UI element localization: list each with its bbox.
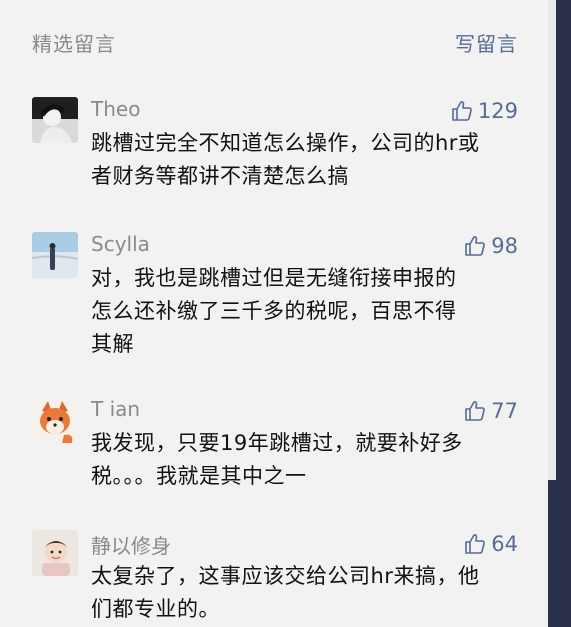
- thumbs-up-icon: [465, 236, 486, 256]
- comment-text-line: 者财务等都讲不清楚怎么搞: [91, 164, 349, 188]
- like-count: 129: [477, 99, 518, 123]
- like-count: 77: [491, 399, 518, 423]
- thumbs-up-icon: [452, 101, 472, 121]
- comment-text-line: 太复杂了，这事应该交给公司hr来搞，他: [91, 564, 480, 588]
- comment-nickname: T ian: [91, 397, 141, 421]
- like-count: 98: [491, 234, 518, 258]
- featured-comments-title: 精选留言: [32, 32, 116, 56]
- comments-panel: 精选留言 写留言 Theo 129 跳槽过完全不知道怎么操作，公司的hr或 者财…: [0, 0, 548, 627]
- like-count: 64: [491, 532, 518, 556]
- comment-nickname: Theo: [91, 97, 141, 121]
- avatar[interactable]: [32, 397, 78, 443]
- avatar[interactable]: [32, 530, 78, 576]
- like-button[interactable]: 98: [463, 232, 518, 260]
- right-side-panel: [548, 0, 571, 627]
- write-comment-button[interactable]: 写留言: [455, 28, 518, 57]
- comment-text-line: 怎么还补缴了三千多的税呢，百思不得: [91, 299, 457, 323]
- comment-text: 太复杂了，这事应该交给公司hr来搞，他 们都专业的。: [91, 560, 521, 626]
- comment-text-line: 我发现，只要19年跳槽过，就要补好多: [91, 431, 463, 455]
- comment-text-line: 跳槽过完全不知道怎么操作，公司的hr或: [91, 131, 480, 155]
- avatar[interactable]: [32, 97, 78, 143]
- comment-text-line: 们都专业的。: [91, 597, 220, 621]
- comment-text-line: 对，我也是跳槽过但是无缝衔接申报的: [91, 266, 457, 290]
- comment-nickname: Scylla: [91, 232, 150, 256]
- comment-text: 我发现，只要19年跳槽过，就要补好多 税。。。我就是其中之一: [91, 427, 521, 493]
- scrollbar[interactable]: [548, 0, 556, 480]
- comment-text: 对，我也是跳槽过但是无缝衔接申报的 怎么还补缴了三千多的税呢，百思不得 其解: [91, 262, 521, 361]
- comment-text: 跳槽过完全不知道怎么操作，公司的hr或 者财务等都讲不清楚怎么搞: [91, 127, 521, 193]
- comment-text-line: 税。。。我就是其中之一: [91, 464, 307, 488]
- comment-text-line: 其解: [91, 332, 134, 356]
- comment-nickname: 静以修身: [91, 534, 171, 558]
- thumbs-up-icon: [465, 401, 486, 421]
- avatar[interactable]: [32, 232, 78, 278]
- like-button[interactable]: 64: [463, 530, 518, 558]
- like-button[interactable]: 77: [463, 397, 518, 425]
- thumbs-up-icon: [465, 534, 486, 554]
- like-button[interactable]: 129: [450, 97, 518, 125]
